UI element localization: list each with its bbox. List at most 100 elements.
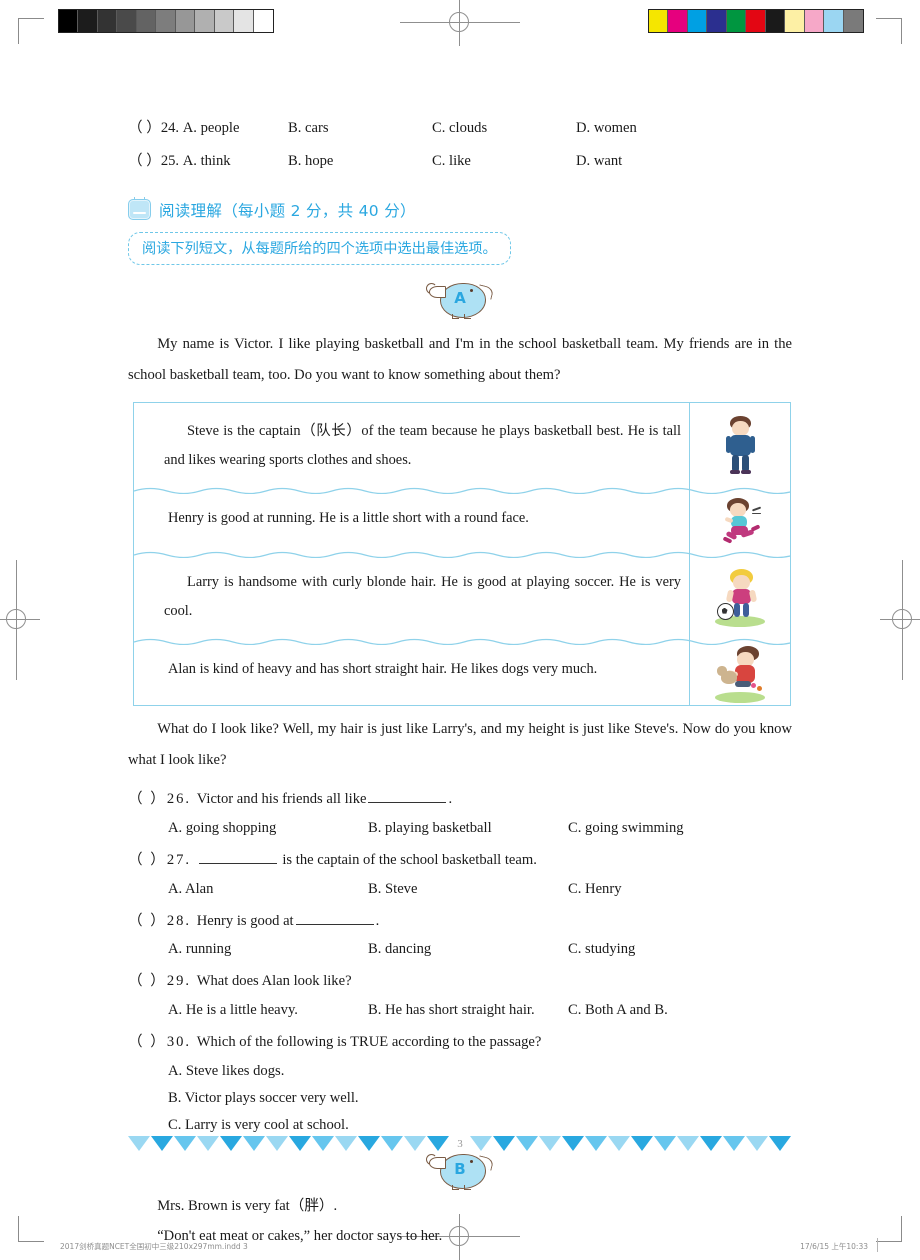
bunting-triangle (585, 1136, 607, 1151)
question-number[interactable]: （ ）28. (128, 913, 197, 929)
section-heading: 阅读理解（每小题 2 分，共 40 分） (128, 197, 792, 221)
question-number[interactable]: （ ）29. (128, 973, 197, 989)
question-stem-suffix: . (448, 791, 453, 808)
control-swatch-5 (746, 10, 766, 32)
color-control-bar (648, 9, 864, 33)
bunting-triangle (470, 1136, 492, 1151)
question-option[interactable]: A. Alan (168, 881, 368, 898)
registration-crosshair-icon-right (880, 560, 920, 680)
section-title: 阅读理解（每小题 2 分，共 40 分） (159, 201, 416, 220)
bird-icon-a: A (426, 277, 495, 319)
cloze-d: D. women (576, 120, 637, 136)
question-option[interactable]: A. He is a little heavy. (168, 1002, 368, 1019)
footer-decoration: 3 (128, 1136, 792, 1154)
control-swatch-4 (136, 10, 157, 32)
answer-blank[interactable] (295, 911, 374, 925)
control-swatch-6 (765, 10, 786, 32)
question-options: A. Steve likes dogs. B. Victor plays socc… (128, 1063, 792, 1134)
question-option[interactable]: B. dancing (368, 941, 568, 958)
question-stem-text: Henry is good at (196, 912, 294, 929)
bunting-right (470, 1136, 792, 1151)
bunting-triangle (128, 1136, 150, 1151)
cloze-stem: （ ）25. A. think (128, 152, 231, 169)
bunting-triangle (746, 1136, 768, 1151)
bunting-triangle (174, 1136, 196, 1151)
bunting-triangle (516, 1136, 538, 1151)
crop-mark-bottom-right-v (901, 1216, 902, 1242)
bunting-triangle (493, 1136, 515, 1151)
bunting-triangle (631, 1136, 653, 1151)
bunting-triangle (335, 1136, 357, 1151)
friend-illustration-cell (689, 553, 790, 641)
question-block: （ ）28. Henry is good at. A. running B. dan… (128, 910, 792, 959)
question-option[interactable]: C. studying (568, 941, 768, 958)
answer-blank[interactable] (198, 850, 277, 865)
crop-mark-bottom-right-h (876, 1241, 902, 1242)
bunting-triangle (654, 1136, 676, 1151)
question-number[interactable]: （ ）30. (128, 1034, 197, 1050)
question-number[interactable]: （ ）27. (128, 852, 197, 868)
bird-letter-a: A (454, 288, 466, 307)
friend-description-row: Larry is handsome with curly blonde hair… (134, 553, 790, 645)
question-stem-text: What does Alan look like? (196, 973, 352, 990)
bunting-triangle (700, 1136, 722, 1151)
bird-icon-b: B (426, 1148, 495, 1191)
question-option[interactable]: A. running (168, 941, 368, 958)
friend-description-text: Henry is good at running. He is a little… (168, 509, 529, 526)
question-number[interactable]: （ ）26. (128, 791, 197, 807)
answer-blank[interactable] (368, 789, 447, 804)
bunting-triangle (562, 1136, 584, 1151)
question-option[interactable]: B. He has short straight hair. (368, 1002, 568, 1019)
question-option[interactable]: A. going shopping (168, 820, 368, 837)
bunting-triangle (427, 1136, 449, 1151)
print-meta-divider (877, 1238, 878, 1252)
question-list: （ ）26. Victor and his friends all like. A… (128, 788, 792, 1134)
bunting-triangle (312, 1136, 334, 1151)
question-option[interactable]: C. Both A and B. (568, 1002, 768, 1019)
bunting-triangle (769, 1136, 791, 1151)
character-illustration-boy-running (711, 490, 769, 554)
question-stem-suffix: . (375, 912, 380, 929)
question-option[interactable]: B. playing basketball (368, 820, 568, 837)
bunting-triangle (608, 1136, 630, 1151)
control-swatch-7 (785, 10, 805, 32)
question-option[interactable]: C. Henry (568, 881, 768, 898)
question-option[interactable]: C. Larry is very cool at school. (168, 1117, 792, 1134)
friend-illustration-cell (689, 489, 790, 554)
print-meta-left: 2017剑桥真题NCET全国初中三级210x297mm.indd 3 (60, 1242, 248, 1251)
control-swatch-1 (668, 10, 688, 32)
bunting-triangle (358, 1136, 380, 1151)
crop-mark-top-left-v (18, 18, 19, 44)
character-illustration-boy-soccer-blonde (711, 565, 769, 629)
passage-a-marker: A (128, 277, 792, 319)
question-stem: （ ）26. Victor and his friends all like. (128, 788, 792, 811)
question-block: （ ）30. Which of the following is TRUE ac… (128, 1031, 792, 1135)
page-number: 3 (457, 1138, 463, 1150)
registration-crosshair-icon-left (0, 560, 40, 680)
question-option[interactable]: B. Victor plays soccer very well. (168, 1090, 792, 1107)
cloze-question-row: （ ）24. A. people B. cars C. clouds D. women (128, 118, 792, 140)
question-option[interactable]: C. going swimming (568, 820, 768, 837)
registration-crosshair-icon-top (400, 0, 520, 46)
control-swatch-7 (195, 10, 215, 32)
bunting-triangle (220, 1136, 242, 1151)
bird-letter-b: B (454, 1160, 466, 1179)
bunting-triangle (723, 1136, 745, 1151)
bunting-triangle (289, 1136, 311, 1151)
bunting-left (128, 1136, 450, 1151)
exam-page: （ ）24. A. people B. cars C. clouds D. women… (0, 0, 920, 1260)
control-swatch-4 (726, 10, 747, 32)
question-stem-text: Victor and his friends all like (196, 791, 367, 808)
control-swatch-10 (843, 10, 863, 32)
passage-b-marker: B (128, 1148, 792, 1191)
friend-description-text: Steve is the captain（队长）of the team beca… (164, 422, 681, 469)
control-swatch-2 (687, 10, 708, 32)
question-option[interactable]: A. Steve likes dogs. (168, 1063, 792, 1080)
bunting-triangle (404, 1136, 426, 1151)
question-options: A. running B. dancing C. studying (128, 941, 792, 958)
bunting-triangle (243, 1136, 265, 1151)
bunting-triangle (381, 1136, 403, 1151)
question-option[interactable]: B. Steve (368, 881, 568, 898)
control-swatch-8 (804, 10, 825, 32)
section-number-badge (128, 197, 151, 221)
